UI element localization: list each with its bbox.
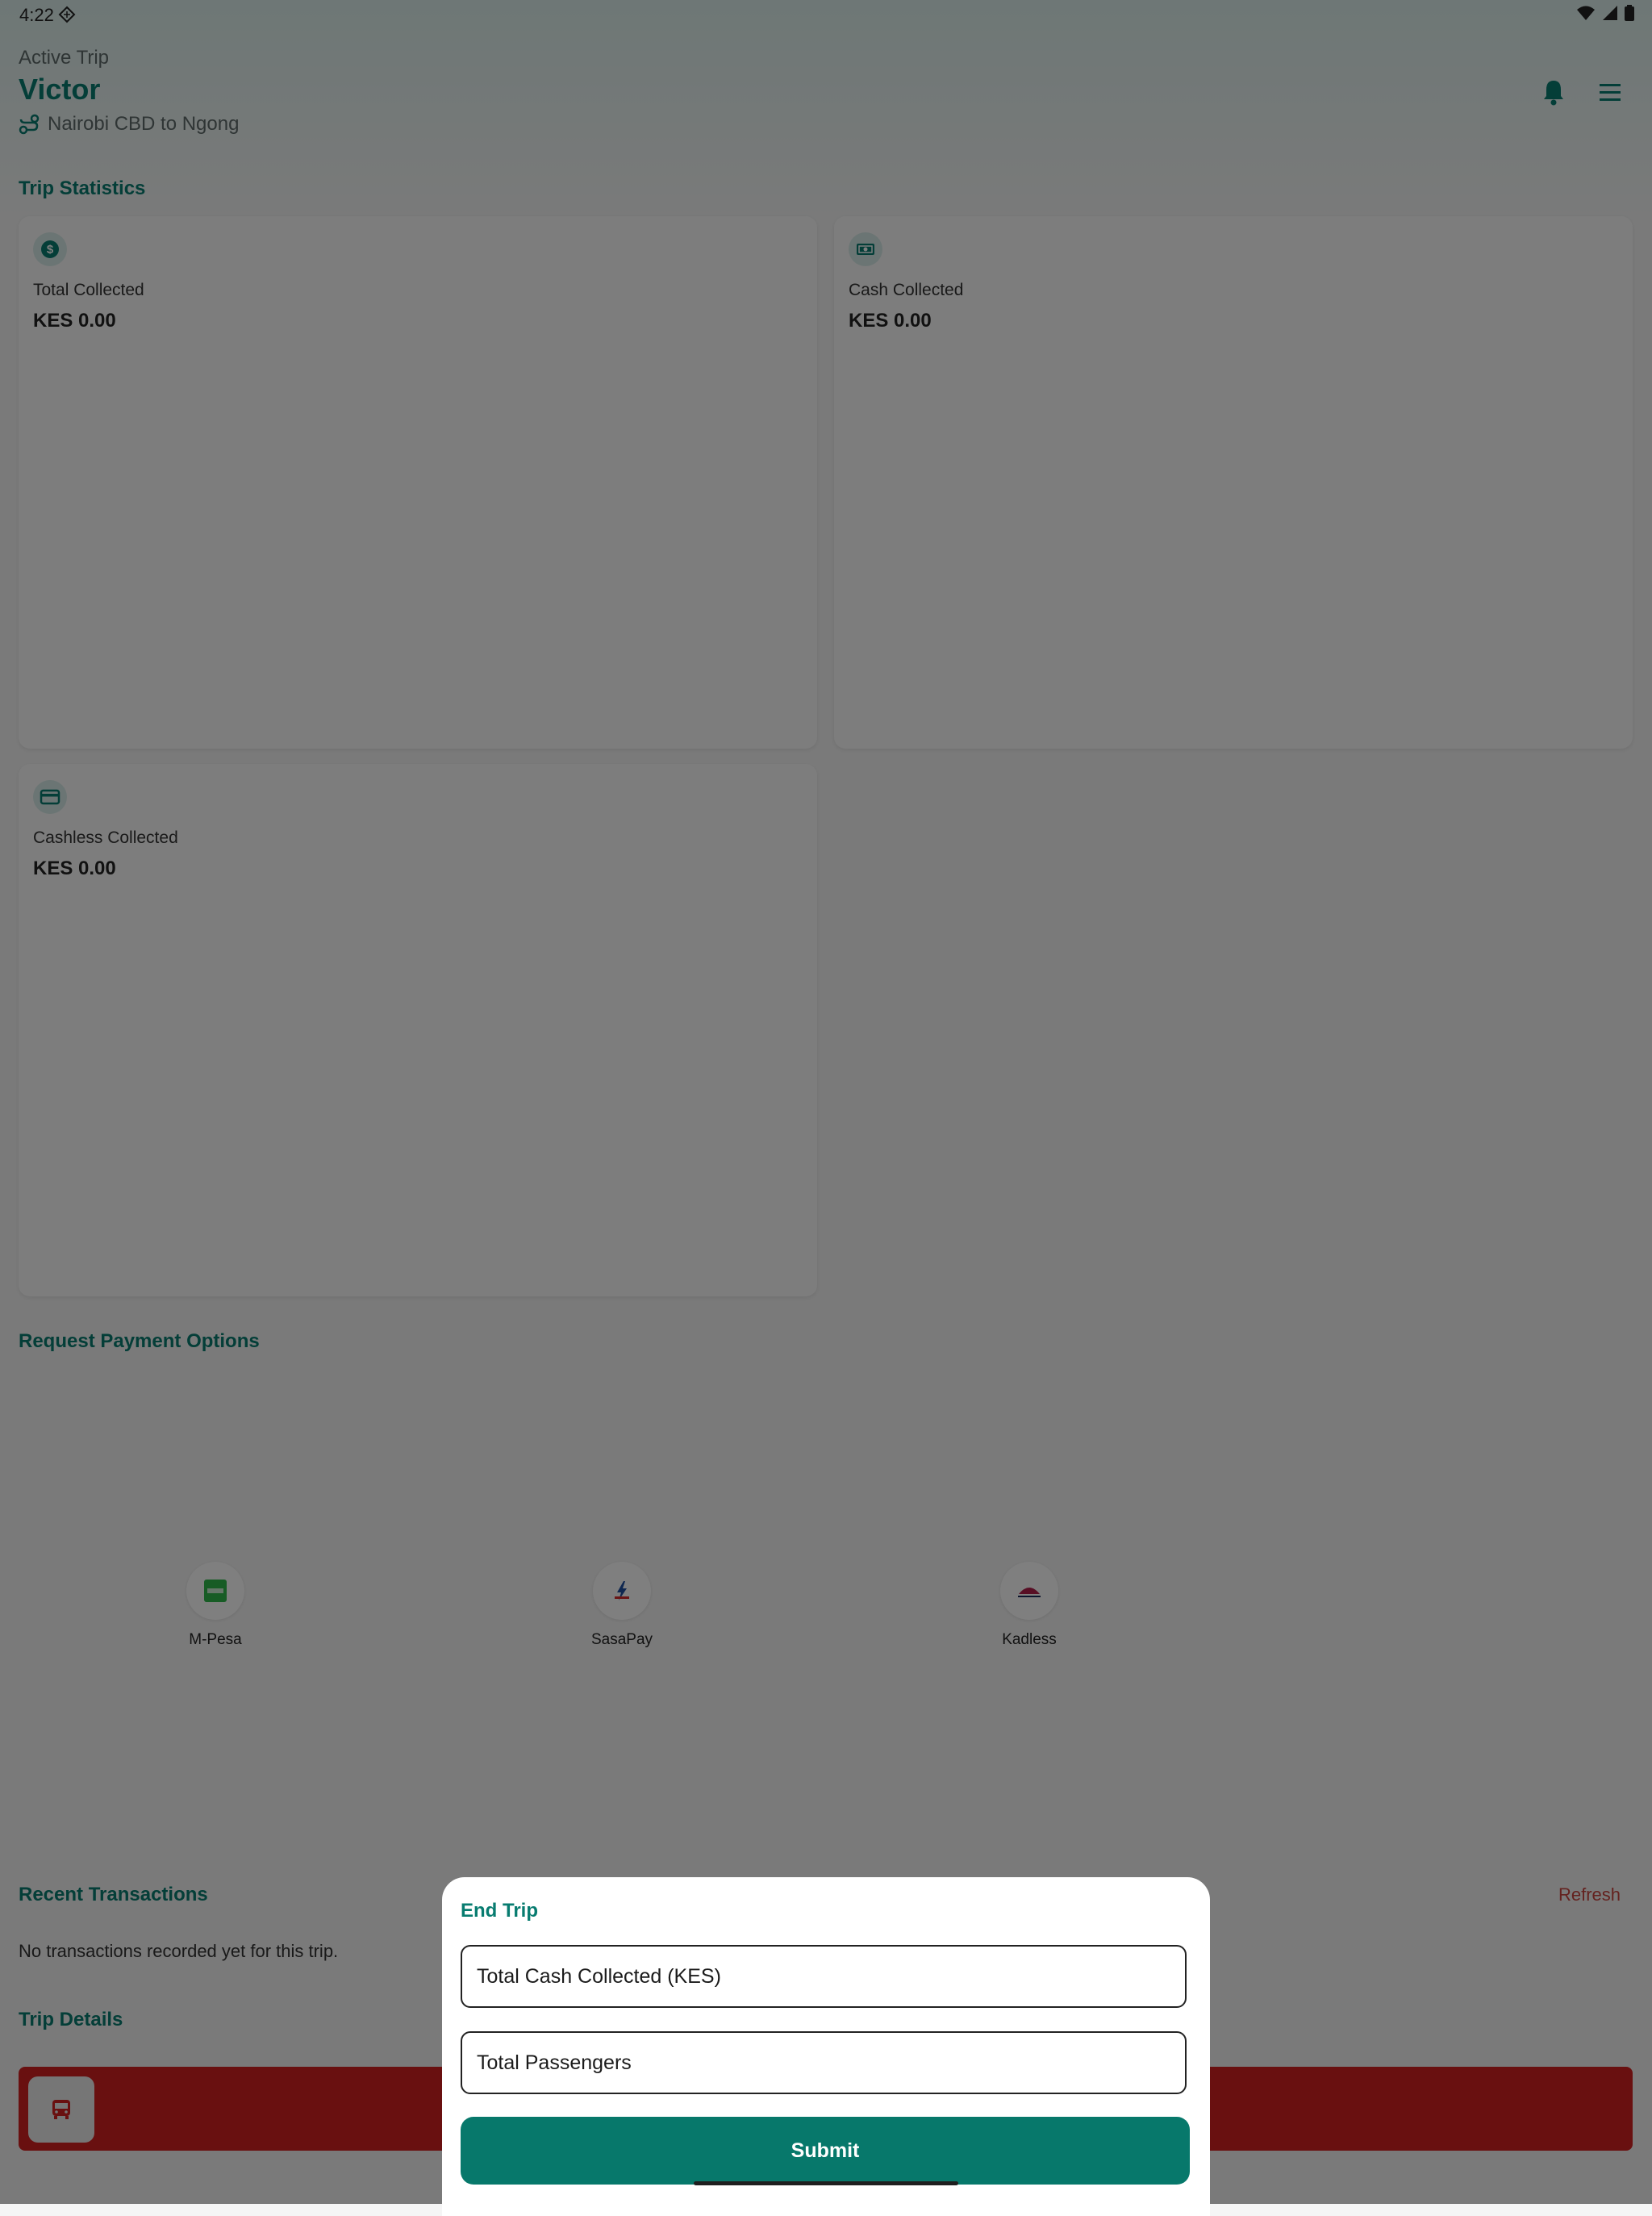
end-trip-title: End Trip: [461, 1900, 538, 1922]
end-trip-sheet: End Trip Submit: [442, 1877, 1210, 2216]
total-cash-field[interactable]: [461, 1945, 1187, 2008]
home-indicator[interactable]: [694, 2181, 958, 2185]
submit-button[interactable]: Submit: [461, 2117, 1190, 2185]
total-passengers-field[interactable]: [461, 2031, 1187, 2094]
modal-scrim[interactable]: [0, 0, 1652, 2204]
